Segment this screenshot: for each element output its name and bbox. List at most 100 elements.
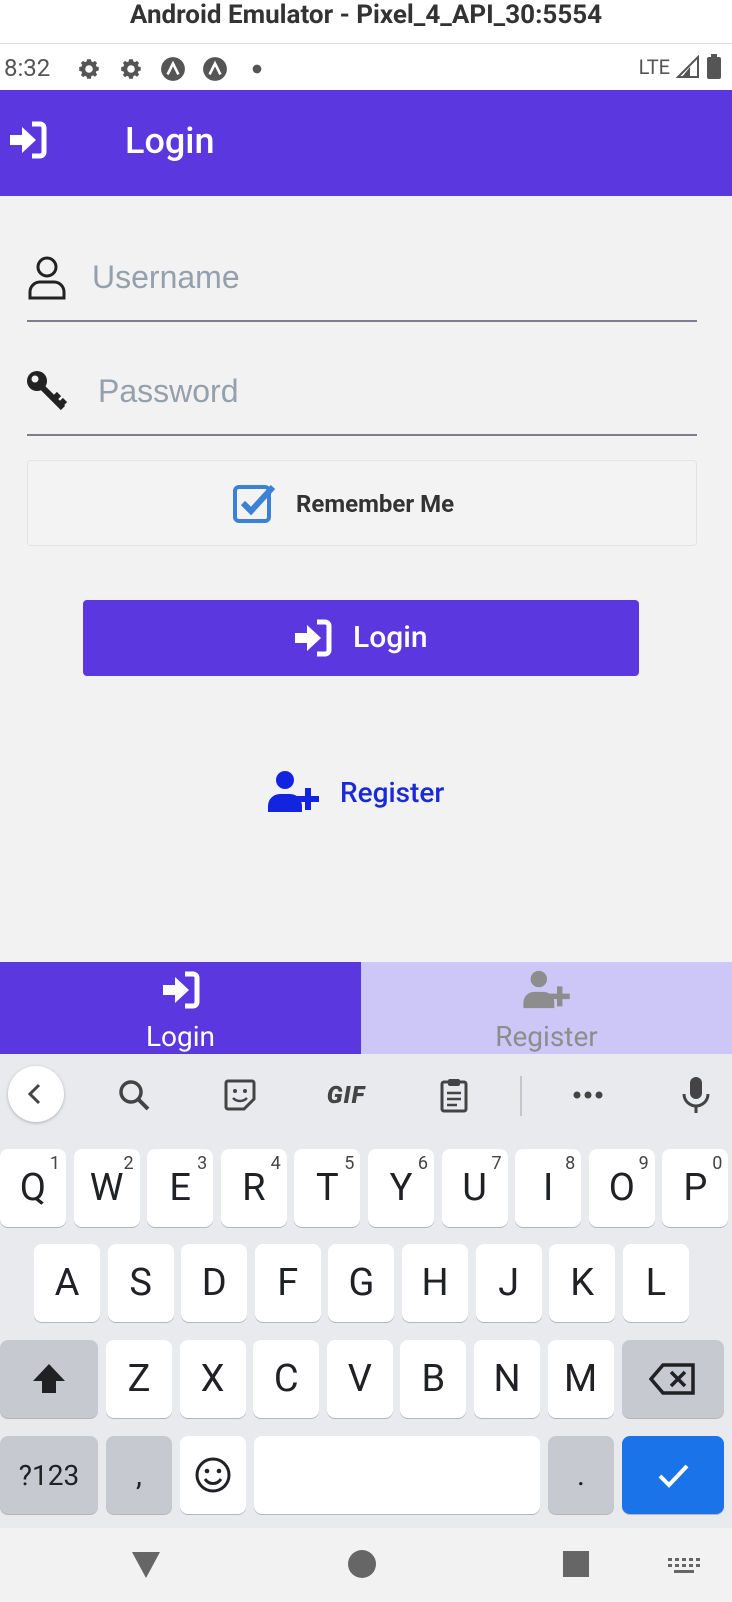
key-s[interactable]: S — [107, 1244, 174, 1322]
sign-in-icon — [162, 971, 199, 1009]
backspace-icon — [649, 1363, 695, 1395]
signal-icon — [676, 55, 699, 78]
sign-in-icon — [295, 619, 332, 657]
key-i[interactable]: I8 — [515, 1149, 582, 1227]
network-type: LTE — [638, 55, 670, 79]
register-link[interactable]: Register — [268, 768, 468, 818]
key-n[interactable]: N — [474, 1340, 540, 1418]
tab-register-label: Register — [495, 1020, 598, 1053]
password-underline — [27, 434, 697, 436]
key-label: O — [608, 1166, 635, 1210]
key-label: U — [462, 1166, 487, 1210]
key-z[interactable]: Z — [106, 1340, 172, 1418]
key-number-hint: 5 — [344, 1153, 355, 1174]
keyboard-gif-button[interactable]: GIF — [318, 1072, 374, 1118]
symbols-key[interactable]: ?123 — [0, 1436, 98, 1514]
keyboard-collapse-button[interactable] — [8, 1066, 64, 1122]
key-label: S — [129, 1261, 152, 1305]
keyboard-switch-icon[interactable] — [664, 1546, 704, 1582]
remember-me-row[interactable]: Remember Me — [27, 460, 697, 546]
key-u[interactable]: U7 — [441, 1149, 508, 1227]
toolbar-divider — [520, 1076, 522, 1116]
key-r[interactable]: R4 — [220, 1149, 287, 1227]
key-label: V — [347, 1357, 372, 1401]
key-label: M — [564, 1357, 598, 1401]
remember-me-label: Remember Me — [296, 490, 455, 518]
key-v[interactable]: V — [326, 1340, 393, 1418]
shift-icon — [33, 1364, 65, 1393]
remember-me-checkbox[interactable] — [232, 481, 276, 525]
status-bar: 8:32 LTE — [0, 44, 732, 90]
key-a[interactable]: A — [34, 1244, 100, 1322]
tab-register[interactable]: Register — [361, 962, 732, 1054]
back-triangle-icon[interactable] — [128, 1546, 164, 1582]
key-o[interactable]: O9 — [588, 1149, 655, 1227]
clipboard-icon — [440, 1079, 468, 1113]
key-label: J — [498, 1261, 520, 1305]
key-m[interactable]: M — [547, 1340, 614, 1418]
username-input[interactable] — [92, 254, 692, 300]
key-k[interactable]: K — [549, 1244, 616, 1322]
tab-login-label: Login — [145, 1020, 216, 1053]
key-icon — [27, 371, 68, 411]
status-right: LTE — [639, 54, 722, 80]
key-j[interactable]: J — [475, 1244, 542, 1322]
period-key[interactable]: . — [548, 1436, 614, 1514]
key-label: R — [242, 1166, 266, 1210]
key-label: F — [277, 1261, 299, 1305]
key-y[interactable]: Y6 — [368, 1149, 434, 1227]
keyboard-more-button[interactable] — [564, 1072, 612, 1118]
more-notifications-dot-icon — [252, 64, 262, 74]
key-q[interactable]: Q1 — [0, 1149, 66, 1227]
shift-key[interactable] — [0, 1340, 98, 1418]
key-label: N — [493, 1357, 521, 1401]
password-input[interactable] — [98, 368, 692, 414]
key-label: H — [421, 1261, 449, 1305]
key-number-hint: 4 — [270, 1153, 281, 1174]
key-p[interactable]: P0 — [662, 1149, 729, 1227]
emulator-window-title: Android Emulator - Pixel_4_API_30:5554 — [0, 0, 732, 44]
key-e[interactable]: E3 — [147, 1149, 214, 1227]
key-label: G — [348, 1261, 375, 1305]
key-number-hint: 9 — [638, 1153, 649, 1174]
check-icon — [658, 1464, 689, 1488]
key-h[interactable]: H — [402, 1244, 468, 1322]
enter-key[interactable] — [622, 1436, 724, 1514]
keyboard-voice-button[interactable] — [672, 1072, 720, 1118]
key-label: Z — [127, 1357, 151, 1401]
chevron-left-icon — [27, 1083, 41, 1105]
tab-login[interactable]: Login — [0, 962, 361, 1054]
key-g[interactable]: G — [328, 1244, 395, 1322]
key-t[interactable]: T5 — [294, 1149, 361, 1227]
app-notification-icon — [203, 57, 227, 81]
backspace-key[interactable] — [622, 1340, 724, 1418]
recents-square-icon[interactable] — [558, 1546, 594, 1582]
key-l[interactable]: L — [622, 1244, 689, 1322]
keyboard-clipboard-button[interactable] — [430, 1072, 478, 1118]
key-label: K — [570, 1261, 595, 1305]
key-f[interactable]: F — [254, 1244, 321, 1322]
settings-icon — [121, 59, 141, 79]
key-label: C — [273, 1357, 299, 1401]
keyboard-sticker-button[interactable] — [216, 1072, 264, 1118]
space-key[interactable] — [254, 1436, 540, 1514]
key-label: A — [54, 1261, 80, 1305]
key-number-hint: 3 — [197, 1153, 208, 1174]
app-notification-icon — [161, 57, 185, 81]
comma-key[interactable]: , — [106, 1436, 172, 1514]
keyboard-search-button[interactable] — [110, 1072, 158, 1118]
key-d[interactable]: D — [181, 1244, 248, 1322]
key-w[interactable]: W2 — [73, 1149, 140, 1227]
key-c[interactable]: C — [253, 1340, 320, 1418]
microphone-icon — [682, 1077, 710, 1113]
home-circle-icon[interactable] — [344, 1546, 380, 1582]
key-x[interactable]: X — [179, 1340, 246, 1418]
emoji-key[interactable] — [180, 1436, 246, 1514]
username-underline — [27, 320, 697, 322]
key-label: E — [169, 1166, 191, 1210]
status-time: 8:32 — [4, 54, 51, 82]
login-button[interactable]: Login — [83, 600, 639, 676]
key-number-hint: 6 — [417, 1153, 428, 1174]
key-number-hint: 1 — [49, 1153, 60, 1174]
key-b[interactable]: B — [400, 1340, 467, 1418]
